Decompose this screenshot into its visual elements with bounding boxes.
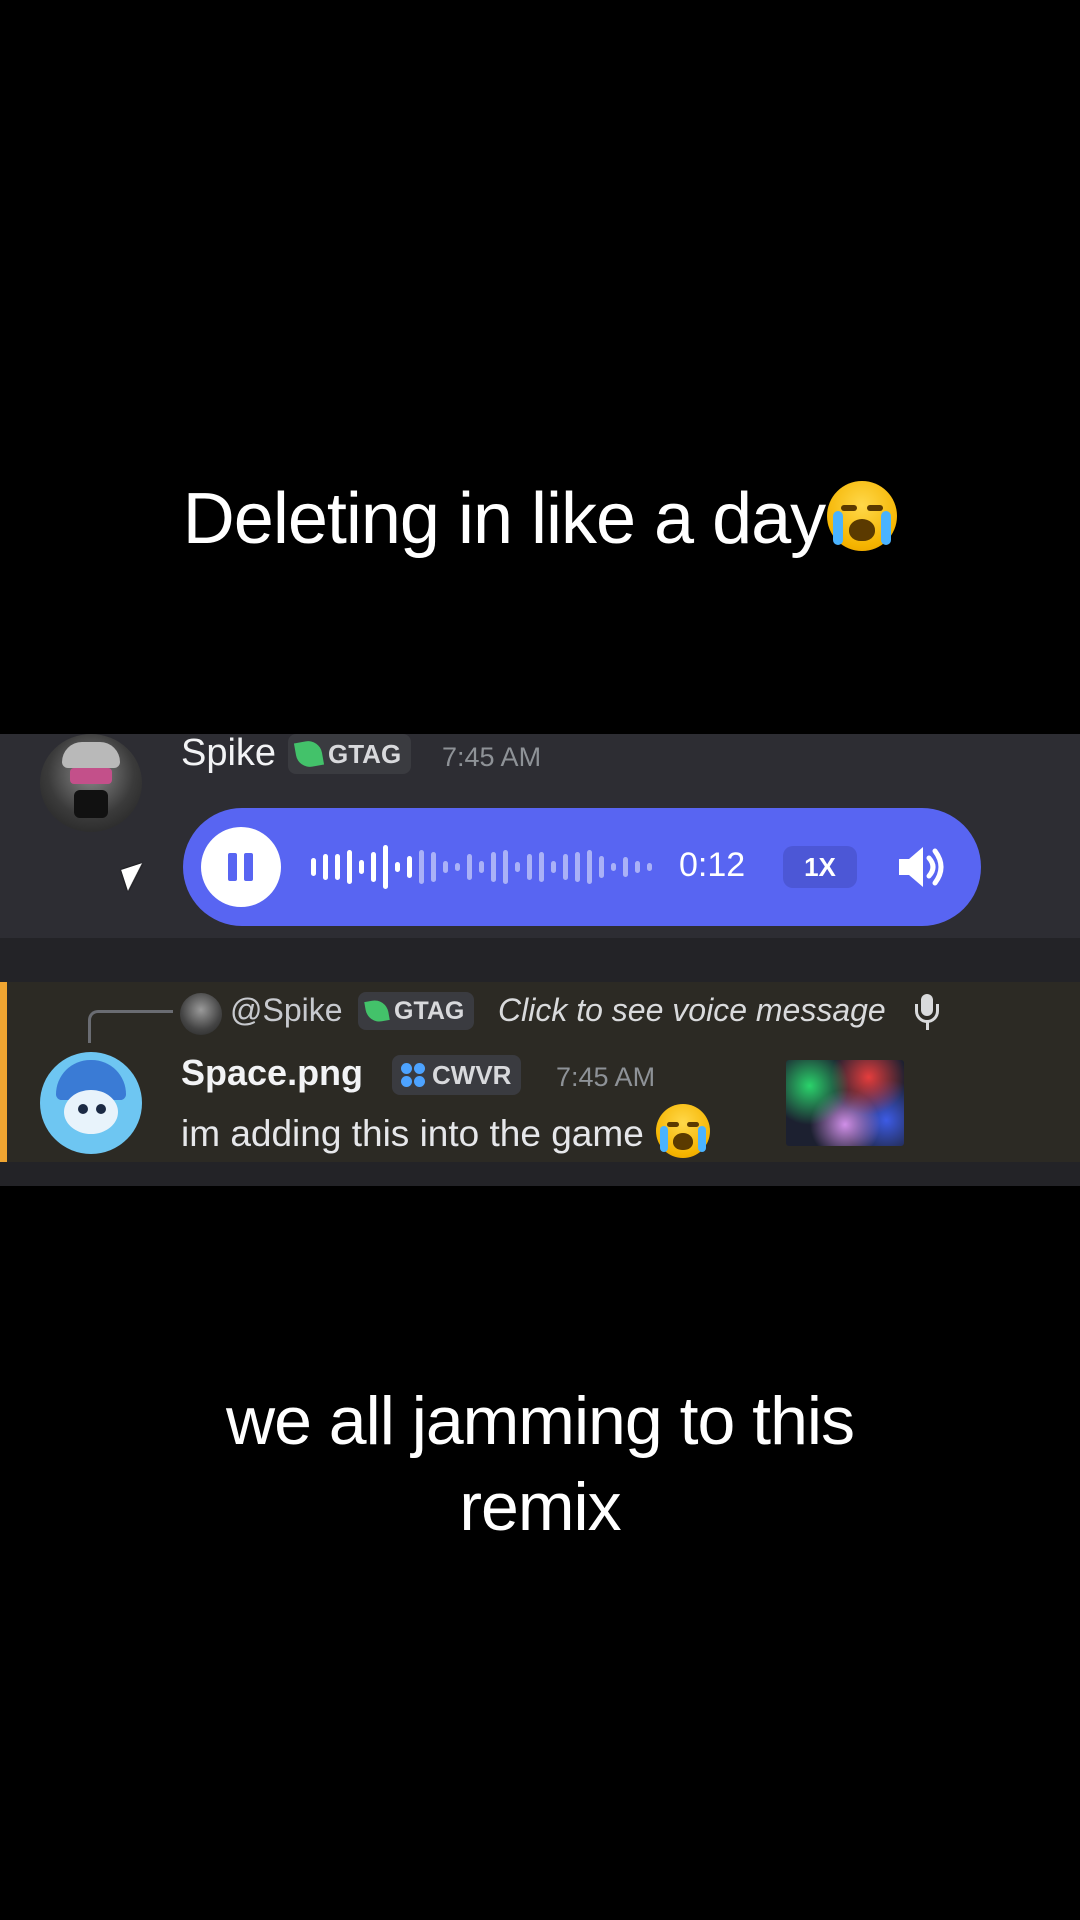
waveform-bar <box>599 856 604 878</box>
waveform-bar <box>443 861 448 873</box>
waveform-bar <box>635 861 640 873</box>
volume-icon[interactable] <box>895 842 949 892</box>
waveform-bar <box>503 850 508 884</box>
waveform-bar <box>467 854 472 880</box>
playback-speed-button[interactable]: 1X <box>783 846 857 888</box>
reply-guild-tag-label: GTAG <box>394 996 465 1025</box>
waveform-bar <box>623 857 628 877</box>
reply-avatar <box>180 993 222 1035</box>
message-content: im adding this into the game <box>181 1113 644 1154</box>
microphone-icon <box>912 994 942 1032</box>
waveform-bar <box>587 850 592 884</box>
waveform[interactable] <box>311 838 652 896</box>
waveform-bar <box>515 862 520 872</box>
author-name-spike[interactable]: Spike <box>181 732 276 775</box>
chat-divider <box>0 938 1080 982</box>
caption-top: Deleting in like a day <box>0 478 1080 560</box>
waveform-bar <box>419 850 424 884</box>
waveform-bar <box>335 854 340 880</box>
waveform-bar <box>575 852 580 882</box>
waveform-bar <box>431 852 436 882</box>
waveform-bar <box>491 852 496 882</box>
caption-bottom: we all jamming to this remix <box>0 1378 1080 1550</box>
reply-connector <box>88 1010 173 1043</box>
waveform-bar <box>407 856 412 878</box>
waveform-bar <box>359 860 364 874</box>
waveform-bar <box>551 861 556 873</box>
waveform-bar <box>347 850 352 884</box>
crying-emoji-icon <box>827 481 898 551</box>
waveform-bar <box>455 863 460 871</box>
caption-bottom-line1: we all jamming to this <box>225 1383 855 1459</box>
pause-button[interactable] <box>201 827 281 907</box>
spike-avatar[interactable] <box>40 734 142 832</box>
waveform-bar <box>479 861 484 873</box>
waveform-bar <box>563 854 568 880</box>
reply-guild-tag-gtag: GTAG <box>358 992 475 1030</box>
caption-bottom-line2: remix <box>459 1469 621 1545</box>
waveform-bar <box>395 862 400 872</box>
butterfly-icon <box>400 1062 426 1088</box>
reply-mention[interactable]: @Spike <box>230 992 343 1029</box>
leaf-icon <box>364 998 390 1024</box>
crying-emoji-icon <box>656 1104 711 1158</box>
attachment-thumbnail[interactable] <box>786 1060 904 1146</box>
author-name-space-png[interactable]: Space.png <box>181 1052 363 1094</box>
leaf-icon <box>293 738 325 770</box>
waveform-bar <box>611 863 616 871</box>
reply-preview-text[interactable]: Click to see voice message <box>498 992 886 1029</box>
space-png-avatar[interactable] <box>40 1052 142 1154</box>
guild-tag-cwvr[interactable]: CWVR <box>392 1055 522 1095</box>
voice-elapsed-time: 0:12 <box>679 846 746 884</box>
waveform-bar <box>539 852 544 882</box>
guild-tag-gtag[interactable]: GTAG <box>288 734 412 774</box>
chat-divider <box>0 1162 1080 1186</box>
timestamp: 7:45 AM <box>556 1062 656 1092</box>
message-text: im adding this into the game <box>181 1104 711 1158</box>
waveform-bar <box>383 845 388 889</box>
voice-message-player: 0:12 1X <box>183 808 981 926</box>
waveform-bar <box>527 854 532 880</box>
caption-top-text: Deleting in like a day <box>182 479 826 559</box>
waveform-bar <box>371 852 376 882</box>
waveform-bar <box>311 858 316 876</box>
waveform-bar <box>323 854 328 880</box>
guild-tag-label: GTAG <box>328 738 402 769</box>
guild-tag-label: CWVR <box>432 1059 512 1090</box>
timestamp: 7:45 AM <box>442 742 542 772</box>
waveform-bar <box>647 863 652 871</box>
